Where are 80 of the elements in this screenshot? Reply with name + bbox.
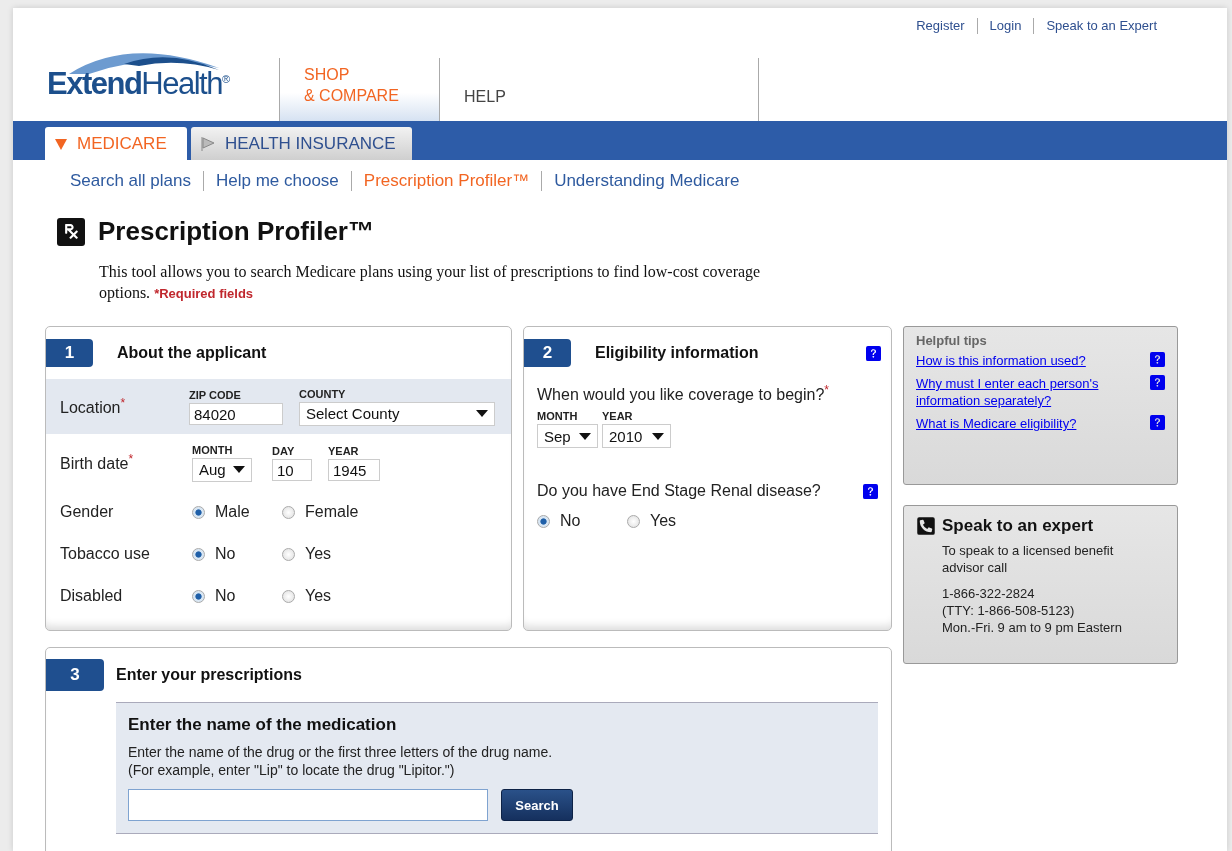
help-icon[interactable] [866,345,881,361]
nav-tab[interactable]: HELP [439,58,759,121]
radio-button[interactable] [537,514,550,528]
description: This tool allows you to search Medicare plans using your list of prescriptions to find low-cost coverage options. *Required fields [99,262,762,304]
field-label: Tobacco use [60,545,151,563]
step-number: 2 [524,339,571,367]
field-label: COUNTY [299,387,347,400]
radio-option[interactable]: No [192,587,282,605]
question-text: When would you like coverage to begin?$^{*}$ [537,383,830,405]
caret-icon [652,432,664,440]
subnav-link[interactable]: Search all plans [58,171,203,191]
expert-title: Speak to an expert [942,516,1094,536]
tip-link[interactable]: Why must I enter each person's information separately? [916,375,1126,409]
step-number: 1 [46,339,93,367]
radio-option[interactable]: No [537,512,627,531]
radio-button[interactable] [192,589,205,603]
medication-input[interactable] [128,789,488,821]
category-tab[interactable]: HEALTH INSURANCE [191,127,412,160]
logo[interactable]: ExtendHealth$^{®}$ [47,66,279,102]
search-heading: Enter the name of the medication [128,715,398,735]
field-label: ZIP CODE [189,388,242,401]
radio-button[interactable] [282,505,295,519]
tip-link[interactable]: What is Medicare eligibility? [916,415,1126,432]
header-link[interactable]: Speak to an Expert [1033,18,1169,34]
help-icon[interactable] [863,483,878,499]
panel-title: Eligibility information [595,344,760,362]
county-select[interactable]: Select County [299,401,495,426]
step-number: 3 [46,659,104,691]
field-label: Disabled [60,587,124,605]
radio-option[interactable]: No [192,545,282,563]
question-text: Do you have End Stage Renal disease? [537,482,822,501]
field-label: YEAR [602,410,634,423]
prescription-icon [57,217,85,246]
field-label: YEAR [328,444,360,457]
tip-link[interactable]: How is this information used? [916,352,1126,369]
radio-option[interactable]: Yes [282,587,372,605]
expert-text: To speak to a licensed benefit advisor call [941,542,1115,576]
year-input[interactable]: 1945 [328,458,380,481]
help-icon[interactable] [1150,352,1165,367]
help-icon[interactable] [1150,415,1165,430]
triangle-down-icon [55,137,67,150]
year-select[interactable]: 2010 [602,424,671,449]
search-instructions: Enter the name of the drug or the first three letters of the drug name. (For example, enter "Lip" to locate the drug "Lipitor.") [128,743,554,779]
field-label: Location$^{*}$ [60,395,127,418]
search-button[interactable]: Search [501,789,573,821]
field-label: MONTH [192,443,234,456]
caret-icon [579,432,591,440]
field-label: Gender [60,503,115,521]
flag-icon [201,136,215,151]
radio-button[interactable] [192,547,205,561]
field-label: Birth date$^{*}$ [60,451,135,474]
header-link[interactable]: Login [976,18,1034,34]
tips-title: Helpful tips [916,333,988,348]
field-label: MONTH [537,410,579,423]
radio-option[interactable]: Yes [282,545,372,563]
month-select[interactable]: Sep [537,424,598,449]
day-input[interactable]: 10 [272,458,312,481]
zip-input[interactable]: 84020 [189,402,283,425]
caret-icon [233,466,245,473]
phone-number: 1-866-322-2824 [941,585,1036,602]
radio-option[interactable]: Male [192,503,282,521]
radio-button[interactable] [282,547,295,561]
radio-button[interactable] [192,505,205,519]
month-select[interactable]: Aug [192,457,252,482]
hours-text: Mon.-Fri. 9 am to 9 pm Eastern [941,619,1123,636]
panel-title: About the applicant [117,344,268,362]
tty-number: (TTY: 1-866-508-5123) [941,602,1076,619]
radio-option[interactable]: Yes [627,512,717,531]
page-title: Prescription Profiler™ [98,216,374,247]
radio-option[interactable]: Female [282,503,372,521]
help-icon[interactable] [1150,375,1165,390]
caret-icon [476,410,488,417]
subnav-link[interactable]: Understanding Medicare [541,171,752,191]
phone-icon [916,516,936,536]
header-link[interactable]: Register [904,18,977,34]
panel-title: Enter your prescriptions [116,666,303,684]
field-label: DAY [272,444,296,457]
radio-button[interactable] [627,514,640,528]
subnav-link[interactable]: Help me choose [202,171,351,191]
radio-button[interactable] [282,589,295,603]
